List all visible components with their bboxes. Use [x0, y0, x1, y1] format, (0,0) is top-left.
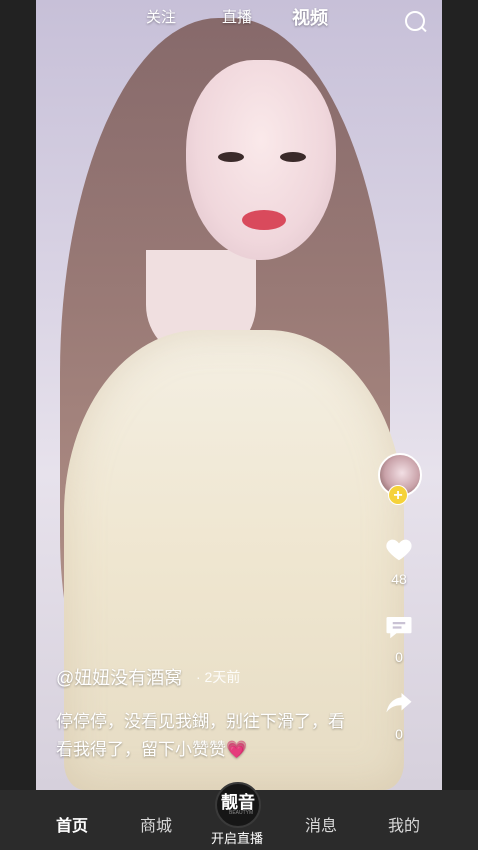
like-count: 48	[391, 571, 407, 587]
post-time: · 2天前	[196, 669, 241, 685]
comment-icon[interactable]	[384, 612, 414, 642]
share-icon[interactable]	[384, 688, 414, 718]
author-username[interactable]: @妞妞没有酒窝	[56, 664, 182, 690]
comment-count: 0	[395, 649, 403, 665]
nav-home[interactable]: 首页	[56, 812, 88, 836]
heart-icon[interactable]	[384, 534, 414, 564]
left-border	[0, 0, 36, 850]
right-border	[442, 0, 478, 850]
tab-video[interactable]: 视频	[292, 4, 328, 30]
start-live-label[interactable]: 开启直播	[211, 828, 263, 847]
nav-messages[interactable]: 消息	[305, 812, 337, 836]
share-count: 0	[395, 726, 403, 742]
left-eye-shape	[218, 152, 244, 162]
video-description: 停停停，没看见我鍸，别往下滑了，看看我得了，留下小赞赞💗	[56, 708, 356, 764]
search-icon[interactable]	[405, 11, 425, 31]
top-tab-bar: 关注 直播 视频	[0, 4, 478, 31]
right-eye-shape	[280, 152, 306, 162]
app-logo-subtext: BEAUTYM	[229, 810, 254, 816]
tab-following[interactable]: 关注	[146, 6, 176, 27]
pink-heart-emoji: 💗	[226, 740, 248, 759]
tab-live[interactable]: 直播	[222, 6, 252, 27]
lips-shape	[242, 210, 286, 230]
nav-mall[interactable]: 商城	[140, 812, 172, 836]
video-face-shape	[186, 60, 336, 260]
follow-plus-button[interactable]: +	[388, 485, 408, 505]
app-logo-button[interactable]: 靓音	[215, 782, 261, 828]
video-description-text: 停停停，没看见我鍸，别往下滑了，看看我得了，留下小赞赞	[56, 712, 345, 759]
nav-me[interactable]: 我的	[388, 812, 420, 836]
